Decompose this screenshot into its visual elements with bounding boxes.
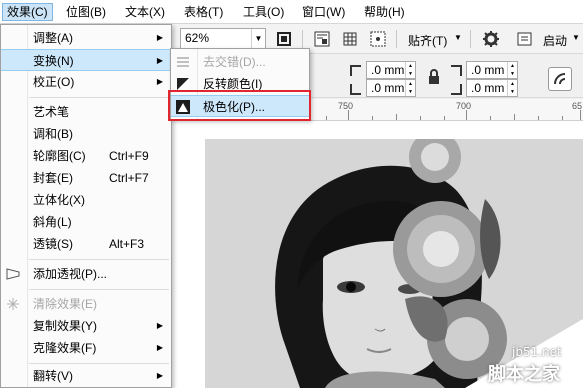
zoom-value: 62% [185,31,210,45]
corner-radius-field-3[interactable]: .0 mm ▲ ▼ [466,61,518,79]
effects-menu: 调整(A) ▶ 变换(N) ▶ 校正(O) ▶ 艺术笔 调和(B) 轮廓图(C) Ctr… [0,24,172,388]
menu-item-add-perspective[interactable]: 添加透视(P)... [1,263,171,285]
show-guidelines-icon[interactable] [368,29,388,49]
snap-to-button[interactable]: 贴齐(T) [408,32,447,49]
menu-text[interactable]: 文本(X) [121,3,169,21]
menu-item-bevel[interactable]: 斜角(L) [1,211,171,233]
menu-item-artistic-media[interactable]: 艺术笔 [1,101,171,123]
deinterlace-icon [175,54,191,70]
outline-width-icon [346,61,366,81]
ruler-label: 65 [572,101,583,111]
show-grid-icon[interactable] [340,29,360,49]
corner-radius-field-1[interactable]: .0 mm ▲ ▼ [366,61,416,79]
menu-item-transform[interactable]: 变换(N) ▶ [1,49,171,71]
scale-corners-icon[interactable] [548,67,572,91]
outline-width-icon [446,61,466,81]
chevron-down-icon[interactable]: ▼ [251,29,265,49]
spinner-icon[interactable]: ▲ ▼ [507,80,517,96]
corner-radius-field-2[interactable]: .0 mm ▲ ▼ [366,79,416,97]
ruler-label: 700 [456,101,472,111]
corner-radius-field-4[interactable]: .0 mm ▲ ▼ [466,79,518,97]
lock-icon[interactable] [424,67,444,87]
menu-item-correction[interactable]: 校正(O) ▶ [1,71,171,93]
menu-item-clone-effect[interactable]: 克隆效果(F) ▶ [1,337,171,359]
menu-window[interactable]: 窗口(W) [298,3,349,21]
zoom-combo[interactable]: 62% ▼ [180,28,266,50]
outline-width-icon [446,79,466,99]
outline-width-icon [346,79,366,99]
menu-item-extrude[interactable]: 立体化(X) [1,189,171,211]
menu-effects[interactable]: 效果(C) [2,3,53,21]
menu-item-copy-effect[interactable]: 复制效果(Y) ▶ [1,315,171,337]
chevron-down-icon[interactable]: ▼ [572,33,580,42]
watermark-name: 脚本之家 [488,364,560,385]
launch-button[interactable]: 启动 [543,32,567,49]
menu-item-flip[interactable]: 翻转(V) ▶ [1,365,171,387]
menu-item-blend[interactable]: 调和(B) [1,123,171,145]
menu-item-clear-effect: 清除效果(E) [1,293,171,315]
spinner-icon[interactable]: ▲ ▼ [507,62,517,78]
spinner-icon[interactable]: ▲ ▼ [405,62,415,78]
perspective-icon [5,266,21,282]
gear-icon[interactable] [481,29,501,49]
clear-effect-icon [5,296,21,312]
menu-bitmaps[interactable]: 位图(B) [62,3,110,21]
menu-item-envelope[interactable]: 封套(E) Ctrl+F7 [1,167,171,189]
launch-app-icon[interactable] [515,29,535,49]
menu-item-adjust[interactable]: 调整(A) ▶ [1,27,171,49]
menu-table[interactable]: 表格(T) [180,3,227,21]
highlight-callout [168,90,311,121]
spinner-icon[interactable]: ▲ ▼ [405,80,415,96]
menu-tools[interactable]: 工具(O) [239,3,288,21]
ruler-label: 750 [338,101,354,111]
menu-item-deinterlace: 去交错(D)... [171,51,309,73]
menu-item-contour[interactable]: 轮廓图(C) Ctrl+F9 [1,145,171,167]
chevron-down-icon[interactable]: ▼ [454,33,462,42]
menu-item-lens[interactable]: 透镜(S) Alt+F3 [1,233,171,255]
full-screen-preview-icon[interactable] [274,29,294,49]
show-rulers-icon[interactable] [312,29,332,49]
menu-help[interactable]: 帮助(H) [360,3,409,21]
watermark-site: jb51.net [512,345,562,359]
menu-bar: 效果(C) 位图(B) 文本(X) 表格(T) 工具(O) 窗口(W) 帮助(H… [0,0,583,24]
